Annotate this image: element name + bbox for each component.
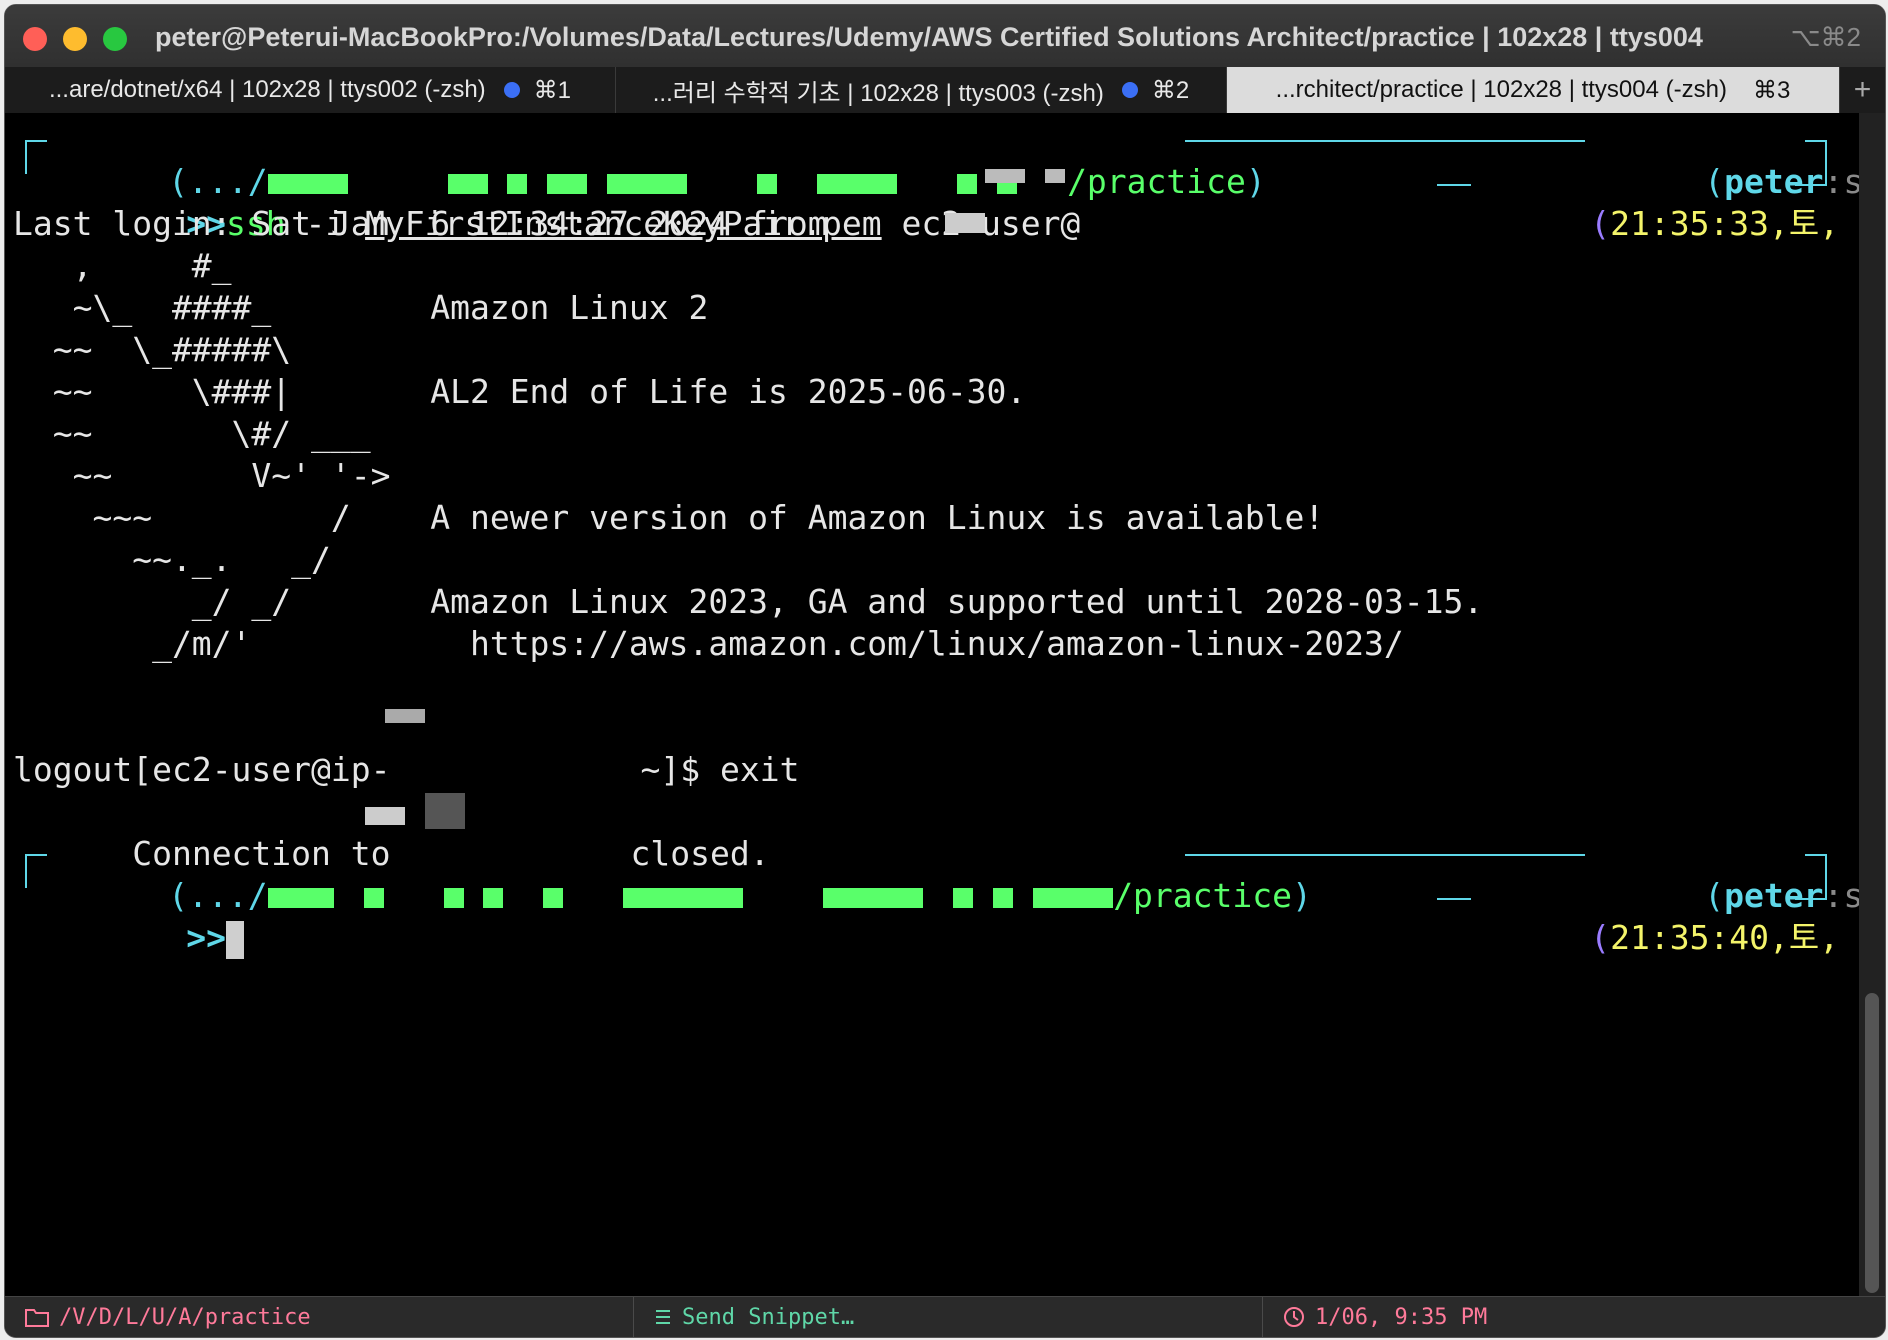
command-line-ssh: >>ssh -i MyFirstInstanceKeyPair.pem ec2-… bbox=[67, 161, 1080, 243]
activity-dot-icon bbox=[1121, 82, 1138, 98]
remote-prompt: [ec2-user@ip- bbox=[132, 750, 391, 789]
tab-label: ...are/dotnet/x64 | 102x28 | ttys002 (-z… bbox=[48, 76, 486, 103]
prompt-arrow-icon: >> bbox=[186, 918, 226, 957]
prompt-paren: ) bbox=[1245, 162, 1266, 201]
title-bar[interactable]: peter@Peterui-MacBookPro:/Volumes/Data/L… bbox=[5, 5, 1885, 67]
motd-line: ~~ \###| AL2 End of Life is 2025-06-30. bbox=[13, 372, 1027, 411]
prompt-frame bbox=[25, 140, 27, 174]
prompt-time-value: 21:35:40,토, 106 bbox=[1610, 918, 1885, 957]
minimize-button[interactable] bbox=[63, 27, 87, 51]
prompt-path-suffix: /practice bbox=[1067, 162, 1246, 201]
prompt-frame bbox=[1437, 898, 1471, 900]
motd-line: , #_ bbox=[13, 246, 232, 285]
tab-shortcut: ⌘3 bbox=[1752, 76, 1791, 104]
tab-label: ...러리 수학적 기초 | 102x28 | ttys003 (-zsh) bbox=[652, 79, 1104, 107]
tab-ttys003[interactable]: ...러리 수학적 기초 | 102x28 | ttys003 (-zsh) ⌘… bbox=[616, 67, 1227, 113]
redacted-host bbox=[1045, 169, 1065, 183]
prompt-frame bbox=[25, 854, 27, 888]
prompt-time: (21:35:40,토, 106) bbox=[1471, 875, 1885, 957]
new-tab-button[interactable]: + bbox=[1840, 67, 1885, 113]
last-login-line: Last login: Sat Jan 6 12:34:27 2024 from bbox=[13, 204, 828, 243]
window-shortcut: ⌥⌘2 bbox=[1790, 22, 1861, 52]
window-controls bbox=[23, 27, 127, 51]
motd-line: ~~ \#/ ___ bbox=[13, 414, 371, 453]
prompt-time: (21:35:33,토, 106) bbox=[1471, 161, 1885, 243]
prompt-frame bbox=[1437, 184, 1471, 186]
tab-shortcut: ⌘2 bbox=[1151, 76, 1190, 104]
motd-line: ~~ \_#####\ bbox=[13, 330, 292, 369]
send-snippet-label: Send Snippet… bbox=[682, 1304, 855, 1330]
redacted-ip bbox=[385, 709, 425, 723]
tab-label: ...rchitect/practice | 102x28 | ttys004 … bbox=[1275, 76, 1727, 103]
tab-ttys004[interactable]: ...rchitect/practice | 102x28 | ttys004 … bbox=[1227, 67, 1840, 113]
prompt-path-line: (.../ /practice) bbox=[49, 119, 1266, 201]
prompt-path-line: (.../ /practice) bbox=[49, 833, 1312, 915]
folder-icon bbox=[25, 1307, 49, 1327]
window-title: peter@Peterui-MacBookPro:/Volumes/Data/L… bbox=[155, 22, 1703, 52]
text-cursor bbox=[225, 920, 244, 959]
scrollbar[interactable] bbox=[1859, 113, 1885, 1297]
status-path-label: /V/D/L/U/A/practice bbox=[59, 1304, 311, 1330]
motd-line: ~~~ / A newer version of Amazon Linux is… bbox=[13, 498, 1325, 537]
terminal-window: peter@Peterui-MacBookPro:/Volumes/Data/L… bbox=[4, 4, 1886, 1338]
close-button[interactable] bbox=[23, 27, 47, 51]
redacted-host bbox=[425, 793, 465, 829]
command-line-active[interactable]: >> bbox=[67, 875, 244, 959]
zoom-button[interactable] bbox=[103, 27, 127, 51]
logout-line: logout bbox=[13, 750, 133, 789]
scrollbar-thumb[interactable] bbox=[1865, 993, 1879, 1293]
redacted-path bbox=[267, 876, 1114, 915]
activity-dot-icon bbox=[503, 82, 520, 98]
tab-shortcut: ⌘1 bbox=[533, 76, 572, 104]
prompt-user-tty: (peter:s004) bbox=[1585, 119, 1885, 201]
motd-line: ~~._. _/ bbox=[13, 540, 331, 579]
redacted-ip bbox=[945, 213, 985, 233]
status-clock-label: 1/06, 9:35 PM bbox=[1315, 1304, 1488, 1330]
motd-line: _/m/' https://aws.amazon.com/linux/amazo… bbox=[13, 624, 1404, 663]
motd-line: ~~ V~' '-> bbox=[13, 456, 391, 495]
send-snippet-button[interactable]: Send Snippet… bbox=[634, 1297, 1263, 1337]
redacted-host bbox=[985, 169, 1025, 183]
prompt-paren: ) bbox=[1292, 876, 1312, 915]
exit-command: ~]$ exit bbox=[640, 750, 800, 789]
prompt-user-tty: (peter:s004) bbox=[1585, 833, 1885, 915]
status-path[interactable]: /V/D/L/U/A/practice bbox=[5, 1297, 634, 1337]
prompt-frame bbox=[25, 140, 47, 142]
status-bar: /V/D/L/U/A/practice Send Snippet… 1/06, … bbox=[5, 1296, 1885, 1337]
motd-line: ~\_ ####_ Amazon Linux 2 bbox=[13, 288, 709, 327]
tab-bar: ...are/dotnet/x64 | 102x28 | ttys002 (-z… bbox=[5, 67, 1885, 114]
prompt-time-value: 21:35:33,토, 106 bbox=[1610, 204, 1885, 243]
prompt-path-suffix: /practice bbox=[1113, 876, 1292, 915]
clock-icon bbox=[1283, 1306, 1305, 1328]
prompt-frame bbox=[25, 854, 47, 856]
status-clock: 1/06, 9:35 PM bbox=[1263, 1297, 1885, 1337]
motd-line: _/ _/ Amazon Linux 2023, GA and supporte… bbox=[13, 582, 1484, 621]
terminal-output[interactable]: (.../ /practice) (peter:s004) >>ssh -i M… bbox=[5, 113, 1885, 1297]
list-icon bbox=[654, 1308, 672, 1326]
redacted-host bbox=[365, 807, 405, 825]
tab-ttys002[interactable]: ...are/dotnet/x64 | 102x28 | ttys002 (-z… bbox=[5, 67, 616, 113]
